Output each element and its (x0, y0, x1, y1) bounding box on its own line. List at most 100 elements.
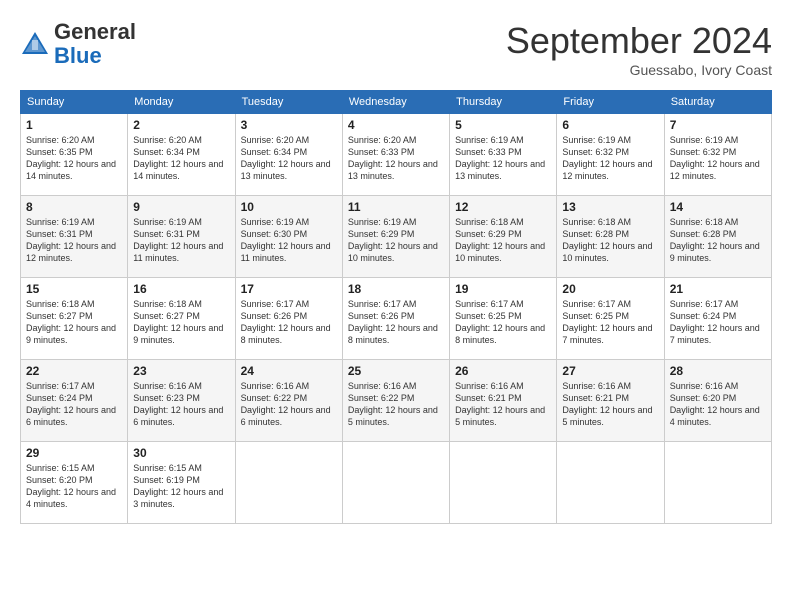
calendar-day-21: 21 Sunrise: 6:17 AM Sunset: 6:24 PM Dayl… (664, 278, 771, 360)
logo-general: General (54, 20, 136, 44)
day-info: Sunrise: 6:18 AM Sunset: 6:27 PM Dayligh… (26, 298, 122, 347)
day-number: 28 (670, 364, 766, 378)
calendar-day-14: 14 Sunrise: 6:18 AM Sunset: 6:28 PM Dayl… (664, 196, 771, 278)
day-info: Sunrise: 6:16 AM Sunset: 6:21 PM Dayligh… (455, 380, 551, 429)
header: General Blue September 2024 Guessabo, Iv… (20, 20, 772, 78)
logo: General Blue (20, 20, 136, 68)
calendar-header-wednesday: Wednesday (342, 91, 449, 114)
day-number: 30 (133, 446, 229, 460)
empty-cell (342, 442, 449, 524)
calendar-day-15: 15 Sunrise: 6:18 AM Sunset: 6:27 PM Dayl… (21, 278, 128, 360)
calendar-header-row: SundayMondayTuesdayWednesdayThursdayFrid… (21, 91, 772, 114)
day-info: Sunrise: 6:19 AM Sunset: 6:31 PM Dayligh… (133, 216, 229, 265)
day-number: 8 (26, 200, 122, 214)
calendar-day-28: 28 Sunrise: 6:16 AM Sunset: 6:20 PM Dayl… (664, 360, 771, 442)
day-number: 22 (26, 364, 122, 378)
day-info: Sunrise: 6:19 AM Sunset: 6:30 PM Dayligh… (241, 216, 337, 265)
day-info: Sunrise: 6:17 AM Sunset: 6:26 PM Dayligh… (241, 298, 337, 347)
day-info: Sunrise: 6:19 AM Sunset: 6:32 PM Dayligh… (562, 134, 658, 183)
location: Guessabo, Ivory Coast (506, 62, 772, 78)
day-info: Sunrise: 6:20 AM Sunset: 6:34 PM Dayligh… (133, 134, 229, 183)
day-number: 19 (455, 282, 551, 296)
empty-cell (450, 442, 557, 524)
day-info: Sunrise: 6:19 AM Sunset: 6:33 PM Dayligh… (455, 134, 551, 183)
calendar-day-16: 16 Sunrise: 6:18 AM Sunset: 6:27 PM Dayl… (128, 278, 235, 360)
calendar-day-19: 19 Sunrise: 6:17 AM Sunset: 6:25 PM Dayl… (450, 278, 557, 360)
day-number: 27 (562, 364, 658, 378)
logo-text: General Blue (54, 20, 136, 68)
title-block: September 2024 Guessabo, Ivory Coast (506, 20, 772, 78)
day-info: Sunrise: 6:16 AM Sunset: 6:22 PM Dayligh… (241, 380, 337, 429)
calendar-day-2: 2 Sunrise: 6:20 AM Sunset: 6:34 PM Dayli… (128, 114, 235, 196)
day-number: 6 (562, 118, 658, 132)
day-info: Sunrise: 6:19 AM Sunset: 6:29 PM Dayligh… (348, 216, 444, 265)
month-title: September 2024 (506, 20, 772, 62)
calendar-day-3: 3 Sunrise: 6:20 AM Sunset: 6:34 PM Dayli… (235, 114, 342, 196)
calendar-table: SundayMondayTuesdayWednesdayThursdayFrid… (20, 90, 772, 524)
day-number: 24 (241, 364, 337, 378)
day-info: Sunrise: 6:19 AM Sunset: 6:32 PM Dayligh… (670, 134, 766, 183)
calendar-day-24: 24 Sunrise: 6:16 AM Sunset: 6:22 PM Dayl… (235, 360, 342, 442)
day-number: 10 (241, 200, 337, 214)
day-number: 20 (562, 282, 658, 296)
day-info: Sunrise: 6:15 AM Sunset: 6:19 PM Dayligh… (133, 462, 229, 511)
calendar-week-1: 1 Sunrise: 6:20 AM Sunset: 6:35 PM Dayli… (21, 114, 772, 196)
day-info: Sunrise: 6:16 AM Sunset: 6:22 PM Dayligh… (348, 380, 444, 429)
calendar-day-30: 30 Sunrise: 6:15 AM Sunset: 6:19 PM Dayl… (128, 442, 235, 524)
calendar-week-5: 29 Sunrise: 6:15 AM Sunset: 6:20 PM Dayl… (21, 442, 772, 524)
day-number: 5 (455, 118, 551, 132)
empty-cell (235, 442, 342, 524)
calendar-week-3: 15 Sunrise: 6:18 AM Sunset: 6:27 PM Dayl… (21, 278, 772, 360)
day-number: 12 (455, 200, 551, 214)
day-number: 25 (348, 364, 444, 378)
day-number: 21 (670, 282, 766, 296)
day-info: Sunrise: 6:16 AM Sunset: 6:21 PM Dayligh… (562, 380, 658, 429)
calendar-day-27: 27 Sunrise: 6:16 AM Sunset: 6:21 PM Dayl… (557, 360, 664, 442)
logo-blue: Blue (54, 44, 136, 68)
day-number: 14 (670, 200, 766, 214)
day-number: 26 (455, 364, 551, 378)
calendar-day-18: 18 Sunrise: 6:17 AM Sunset: 6:26 PM Dayl… (342, 278, 449, 360)
calendar-day-17: 17 Sunrise: 6:17 AM Sunset: 6:26 PM Dayl… (235, 278, 342, 360)
day-info: Sunrise: 6:16 AM Sunset: 6:20 PM Dayligh… (670, 380, 766, 429)
page: General Blue September 2024 Guessabo, Iv… (0, 0, 792, 534)
calendar-day-7: 7 Sunrise: 6:19 AM Sunset: 6:32 PM Dayli… (664, 114, 771, 196)
day-info: Sunrise: 6:17 AM Sunset: 6:25 PM Dayligh… (562, 298, 658, 347)
day-info: Sunrise: 6:17 AM Sunset: 6:24 PM Dayligh… (26, 380, 122, 429)
day-info: Sunrise: 6:18 AM Sunset: 6:28 PM Dayligh… (562, 216, 658, 265)
day-info: Sunrise: 6:19 AM Sunset: 6:31 PM Dayligh… (26, 216, 122, 265)
calendar-header-friday: Friday (557, 91, 664, 114)
day-number: 23 (133, 364, 229, 378)
calendar-day-5: 5 Sunrise: 6:19 AM Sunset: 6:33 PM Dayli… (450, 114, 557, 196)
day-number: 3 (241, 118, 337, 132)
empty-cell (557, 442, 664, 524)
calendar-day-13: 13 Sunrise: 6:18 AM Sunset: 6:28 PM Dayl… (557, 196, 664, 278)
calendar-day-8: 8 Sunrise: 6:19 AM Sunset: 6:31 PM Dayli… (21, 196, 128, 278)
calendar-header-saturday: Saturday (664, 91, 771, 114)
day-info: Sunrise: 6:16 AM Sunset: 6:23 PM Dayligh… (133, 380, 229, 429)
empty-cell (664, 442, 771, 524)
day-number: 2 (133, 118, 229, 132)
calendar-day-11: 11 Sunrise: 6:19 AM Sunset: 6:29 PM Dayl… (342, 196, 449, 278)
calendar-week-4: 22 Sunrise: 6:17 AM Sunset: 6:24 PM Dayl… (21, 360, 772, 442)
day-number: 7 (670, 118, 766, 132)
day-info: Sunrise: 6:17 AM Sunset: 6:25 PM Dayligh… (455, 298, 551, 347)
calendar-day-1: 1 Sunrise: 6:20 AM Sunset: 6:35 PM Dayli… (21, 114, 128, 196)
calendar-day-29: 29 Sunrise: 6:15 AM Sunset: 6:20 PM Dayl… (21, 442, 128, 524)
calendar-day-26: 26 Sunrise: 6:16 AM Sunset: 6:21 PM Dayl… (450, 360, 557, 442)
day-number: 13 (562, 200, 658, 214)
calendar-header-tuesday: Tuesday (235, 91, 342, 114)
day-info: Sunrise: 6:15 AM Sunset: 6:20 PM Dayligh… (26, 462, 122, 511)
day-number: 16 (133, 282, 229, 296)
day-info: Sunrise: 6:18 AM Sunset: 6:27 PM Dayligh… (133, 298, 229, 347)
calendar-day-6: 6 Sunrise: 6:19 AM Sunset: 6:32 PM Dayli… (557, 114, 664, 196)
day-number: 18 (348, 282, 444, 296)
day-number: 17 (241, 282, 337, 296)
calendar-day-10: 10 Sunrise: 6:19 AM Sunset: 6:30 PM Dayl… (235, 196, 342, 278)
day-info: Sunrise: 6:18 AM Sunset: 6:29 PM Dayligh… (455, 216, 551, 265)
calendar-day-25: 25 Sunrise: 6:16 AM Sunset: 6:22 PM Dayl… (342, 360, 449, 442)
calendar-day-20: 20 Sunrise: 6:17 AM Sunset: 6:25 PM Dayl… (557, 278, 664, 360)
calendar-header-thursday: Thursday (450, 91, 557, 114)
day-number: 11 (348, 200, 444, 214)
day-info: Sunrise: 6:20 AM Sunset: 6:34 PM Dayligh… (241, 134, 337, 183)
